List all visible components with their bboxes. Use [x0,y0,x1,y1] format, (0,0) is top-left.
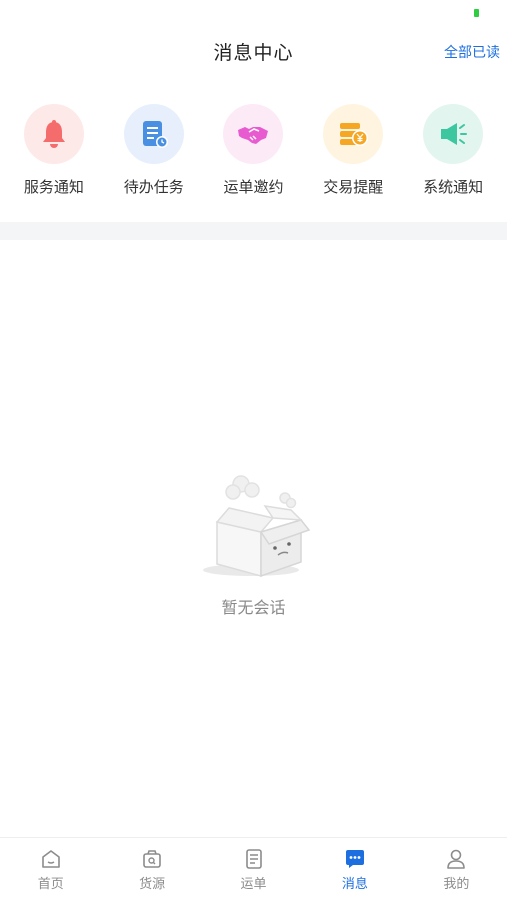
coins-icon [340,123,369,146]
section-divider [0,222,507,240]
category-icon-circle [23,104,84,164]
category-icon-circle [223,104,284,164]
category-label: 待办任务 [123,178,184,196]
tab-label: 运单 [240,877,267,892]
category-icon-circle [123,104,184,164]
category-service-notice[interactable]: 服务通知 [4,104,104,208]
task-list-icon [142,121,168,148]
empty-box-icon [202,475,310,578]
waybill-icon [245,849,262,869]
category-icon-circle [423,104,484,164]
megaphone-icon [441,123,468,145]
tab-profile[interactable]: 我的 [406,838,507,900]
page-title: 消息中心 [213,42,294,64]
message-center-page: 消息中心 全部已读 服务通知 待办任务 运单邀约 交易提醒 系统通知 暂无会话 … [0,0,507,900]
category-label: 系统通知 [423,178,484,196]
category-system-notice[interactable]: 系统通知 [403,104,503,208]
profile-icon [447,849,466,869]
tab-messages[interactable]: 消息 [304,838,405,900]
home-icon [41,850,60,868]
category-todo-tasks[interactable]: 待办任务 [104,104,204,208]
category-icon-circle [323,104,384,164]
category-label: 服务通知 [23,178,84,196]
empty-state-text: 暂无会话 [221,598,286,617]
bell-icon [42,120,65,148]
tab-label: 货源 [139,877,166,892]
bottom-tab-bar: 首页 货源 运单 消息 我的 [0,837,507,900]
category-label: 交易提醒 [323,178,384,196]
tab-label: 消息 [341,877,368,892]
header: 消息中心 全部已读 [0,30,507,74]
empty-state: 暂无会话 [0,462,507,618]
category-waybill-invite[interactable]: 运单邀约 [204,104,304,208]
tab-label: 我的 [443,877,470,892]
message-icon [345,850,364,868]
tab-home[interactable]: 首页 [0,838,101,900]
tab-waybill[interactable]: 运单 [203,838,304,900]
cargo-icon [143,850,161,868]
mark-all-read-button[interactable]: 全部已读 [444,42,500,62]
tab-cargo[interactable]: 货源 [101,838,202,900]
category-trade-reminder[interactable]: 交易提醒 [303,104,403,208]
category-label: 运单邀约 [223,178,284,196]
tab-label: 首页 [37,877,64,892]
category-row: 服务通知 待办任务 运单邀约 交易提醒 系统通知 [0,104,507,208]
handshake-icon [238,127,269,144]
battery-icon [474,9,479,17]
